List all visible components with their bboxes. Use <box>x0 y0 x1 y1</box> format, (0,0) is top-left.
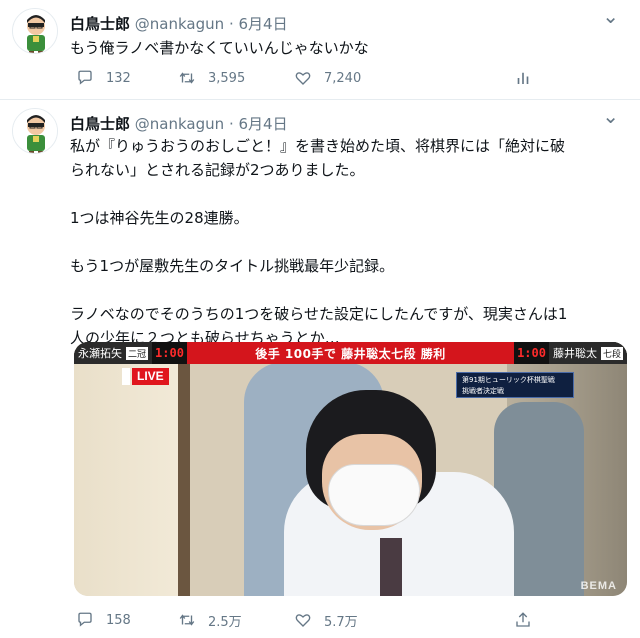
retweet-count: 2.5万 <box>208 614 242 630</box>
tweet-text-line: 1つは神谷先生の28連勝。 <box>70 209 249 227</box>
avatar[interactable] <box>12 108 58 154</box>
tweet-image[interactable]: 永瀬拓矢 二冠 1:00 後手 100手で 藤井聡太七段 勝利 1:00 藤井聡… <box>74 342 627 596</box>
banner-left-player: 永瀬拓矢 二冠 <box>74 342 153 364</box>
tweet[interactable]: 白鳥士郎 @nankagun · 6月4日 ⌄ もう俺ラノベ書かなくていいんじゃ… <box>0 0 640 100</box>
retweet-icon <box>179 614 195 626</box>
reply-button[interactable]: 132 <box>76 66 131 90</box>
image-player-tie <box>380 538 402 596</box>
tweet[interactable]: 白鳥士郎 @nankagun · 6月4日 ⌄ 私が『りゅうおうのおしごと！』を… <box>0 100 640 638</box>
tweet-header: 白鳥士郎 @nankagun · 6月4日 <box>70 14 288 34</box>
handle[interactable]: @nankagun <box>135 15 224 33</box>
reply-button[interactable]: 158 <box>76 608 131 632</box>
image-player-mask <box>328 464 420 526</box>
like-count: 5.7万 <box>324 614 358 630</box>
tournament-name: 第91期ヒューリック杯棋聖戦 <box>462 376 555 384</box>
banner-right-player: 藤井聡太 七段 <box>548 342 627 364</box>
broadcast-banner: 永瀬拓矢 二冠 1:00 後手 100手で 藤井聡太七段 勝利 1:00 藤井聡… <box>74 342 627 364</box>
tweet-text: もう俺ラノベ書かなくていいんじゃないかな <box>70 36 615 60</box>
display-name[interactable]: 白鳥士郎 <box>70 15 130 33</box>
tweet-date[interactable]: 6月4日 <box>239 115 288 133</box>
avatar-illustration <box>13 9 57 53</box>
reply-count: 158 <box>106 612 131 628</box>
retweet-button[interactable]: 3,595 <box>178 66 245 90</box>
separator-dot: · <box>228 15 234 33</box>
display-name[interactable]: 白鳥士郎 <box>70 115 130 133</box>
share-icon <box>516 612 530 627</box>
tweet-actions: 132 3,595 7,240 <box>70 66 540 90</box>
reply-icon <box>78 612 92 627</box>
banner-right-rank: 七段 <box>600 346 623 360</box>
handle[interactable]: @nankagun <box>135 115 224 133</box>
chevron-down-icon[interactable]: ⌄ <box>602 106 620 126</box>
banner-left-name: 永瀬拓矢 <box>78 347 122 360</box>
share-button[interactable] <box>514 608 544 632</box>
broadcaster-watermark: BEMA <box>580 580 617 592</box>
reply-count: 132 <box>106 70 131 86</box>
separator-dot: · <box>228 115 234 133</box>
tweet-actions: 158 2.5万 5.7万 <box>70 608 540 632</box>
retweet-count: 3,595 <box>208 70 246 86</box>
live-badge: LIVE <box>132 368 169 385</box>
analytics-button[interactable] <box>514 66 544 90</box>
tweet-text-line: られない」とされる記録が2つありました。 <box>70 161 365 179</box>
avatar-illustration <box>13 109 57 153</box>
banner-left-rank: 二冠 <box>126 346 149 360</box>
retweet-icon <box>179 72 195 84</box>
tweet-text-line: もう俺ラノベ書かなくていいんじゃないかな <box>70 39 369 57</box>
like-count: 7,240 <box>324 70 362 86</box>
banner-left-clock: 1:00 <box>152 342 187 364</box>
like-icon <box>295 614 311 627</box>
live-badge-corner <box>122 368 130 385</box>
like-icon <box>295 72 311 85</box>
tweet-date[interactable]: 6月4日 <box>239 15 288 33</box>
tweet-text-line: もう1つが屋敷先生のタイトル挑戦最年少記録。 <box>70 257 395 275</box>
reply-icon <box>78 70 92 85</box>
image-pillar <box>178 342 190 596</box>
like-button[interactable]: 5.7万 <box>294 608 358 632</box>
banner-right-clock: 1:00 <box>514 342 549 364</box>
like-button[interactable]: 7,240 <box>294 66 361 90</box>
retweet-button[interactable]: 2.5万 <box>178 608 242 632</box>
analytics-icon <box>517 72 529 84</box>
banner-right-name: 藤井聡太 <box>552 347 597 360</box>
tournament-info-box: 第91期ヒューリック杯棋聖戦 挑戦者決定戦 <box>456 372 574 398</box>
tweet-text: 私が『りゅうおうのおしごと！』を書き始めた頃、将棋界には「絶対に破 られない」と… <box>70 134 615 350</box>
chevron-down-icon[interactable]: ⌄ <box>602 6 620 26</box>
tournament-stage: 挑戦者決定戦 <box>462 387 504 395</box>
tweet-header: 白鳥士郎 @nankagun · 6月4日 <box>70 114 288 134</box>
tweet-text-line: 私が『りゅうおうのおしごと！』を書き始めた頃、将棋界には「絶対に破 <box>70 137 566 155</box>
avatar[interactable] <box>12 8 58 54</box>
banner-result: 後手 100手で 藤井聡太七段 勝利 <box>186 342 515 364</box>
tweet-text-line: ラノベなのでそのうちの1つを破らせた設定にしたんですが、現実さんは1 <box>70 305 568 323</box>
